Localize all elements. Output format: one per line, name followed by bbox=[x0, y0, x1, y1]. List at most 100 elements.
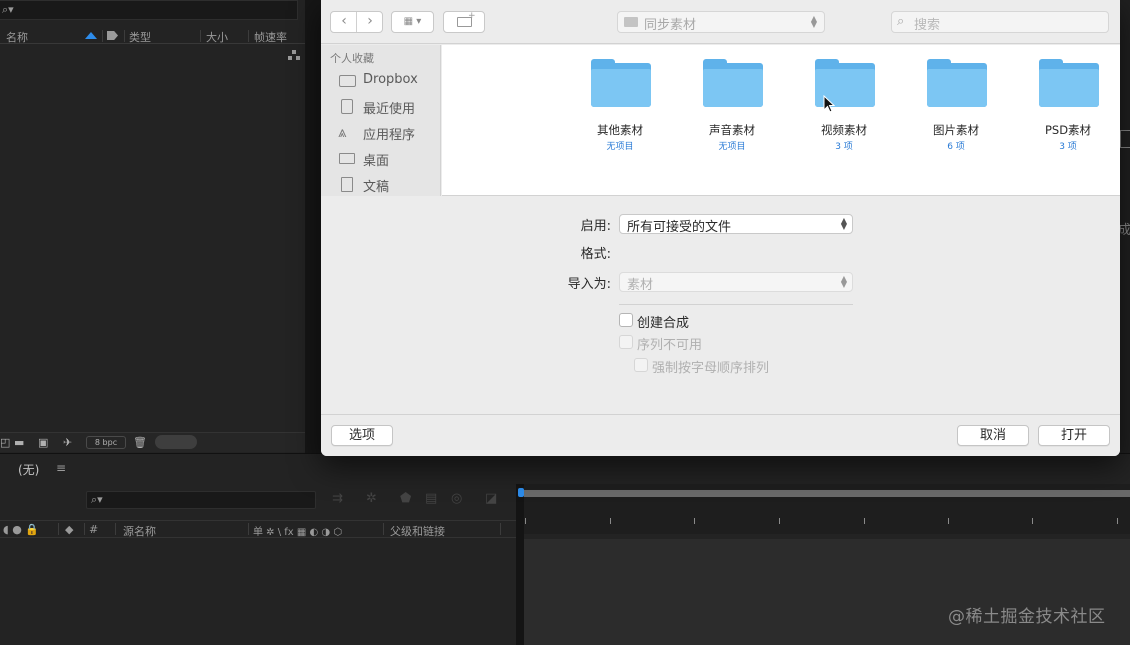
search-icon: ⌕▾ bbox=[2, 3, 14, 16]
folder-icon bbox=[927, 59, 987, 109]
sidebar-item-desktop[interactable]: 桌面 bbox=[338, 149, 438, 169]
timeline-menu-icon[interactable]: ≡ bbox=[56, 461, 66, 475]
trash-icon[interactable]: 🗑 bbox=[133, 436, 147, 449]
cancel-button[interactable]: 取消 bbox=[957, 425, 1029, 446]
column-type[interactable]: 类型 bbox=[129, 29, 151, 45]
folder-item[interactable]: 其他素材 无项目 bbox=[570, 59, 670, 159]
sidebar-item-label: 桌面 bbox=[363, 154, 390, 169]
updown-chevron-icon: ▲ ▼ bbox=[840, 216, 848, 231]
bit-depth-button[interactable]: 8 bpc bbox=[86, 436, 126, 449]
timeline-tab[interactable]: (无) bbox=[18, 461, 39, 478]
folder-name: 声音素材 bbox=[709, 123, 755, 137]
sidebar-item-label: 文稿 bbox=[363, 180, 390, 195]
timeline-tool-icon[interactable]: ▤ bbox=[425, 491, 437, 506]
timeline-tool-icon[interactable]: ◎ bbox=[451, 491, 462, 506]
plus-icon: + bbox=[468, 11, 476, 21]
import-as-popup: 素材 ▲ ▼ bbox=[619, 272, 853, 293]
folder-icon bbox=[338, 73, 356, 88]
view-mode-button[interactable]: ▦ ▾ bbox=[391, 11, 434, 33]
time-navigator[interactable] bbox=[524, 490, 1130, 497]
project-footer: ◰ ▬ ▣ ✈ 8 bpc 🗑 bbox=[0, 432, 305, 452]
folder-name: 图片素材 bbox=[933, 123, 979, 137]
search-placeholder: 搜索 bbox=[914, 18, 941, 33]
flowchart-icon[interactable] bbox=[288, 50, 300, 60]
folder-icon bbox=[624, 17, 638, 27]
timeline-tool-icon[interactable]: ✲ bbox=[366, 491, 377, 506]
path-popup[interactable]: 同步素材 ▲ ▼ bbox=[617, 11, 825, 33]
sort-ascending-icon[interactable] bbox=[85, 32, 97, 39]
recents-icon bbox=[338, 99, 356, 114]
new-composition-icon[interactable]: ▣ bbox=[38, 436, 48, 449]
av-switches-icon[interactable]: ◖ ● 🔒 bbox=[3, 523, 39, 536]
timeline-track-area bbox=[524, 539, 1130, 645]
layer-switches-icons[interactable]: 单 ✲ \ fx ▦ ◐ ◑ ⬡ bbox=[253, 523, 342, 538]
project-column-header: 名称 类型 大小 帧速率 bbox=[0, 28, 305, 44]
create-comp-checkbox[interactable] bbox=[619, 313, 633, 327]
column-size[interactable]: 大小 bbox=[206, 29, 228, 45]
dialog-toolbar: ‹ › ▦ ▾ + 同步素材 ▲ ▼ ⌕ 搜索 bbox=[321, 0, 1120, 44]
project-search-input[interactable]: ⌕▾ bbox=[0, 0, 298, 20]
graph-editor-icon[interactable]: ◪ bbox=[485, 491, 497, 506]
folder-count: 6 项 bbox=[947, 142, 965, 152]
options-button[interactable]: 选项 bbox=[331, 425, 393, 446]
label-tag-icon[interactable] bbox=[107, 31, 118, 40]
force-alphabetical-checkbox bbox=[634, 358, 648, 372]
folder-name: 其他素材 bbox=[597, 123, 643, 137]
folder-item[interactable]: 视频素材 3 项 bbox=[794, 59, 894, 159]
sidebar-item-label: 应用程序 bbox=[363, 128, 416, 143]
folder-count: 3 项 bbox=[835, 142, 853, 152]
sidebar-item-dropbox[interactable]: Dropbox bbox=[338, 71, 438, 91]
sidebar-header-favorites: 个人收藏 bbox=[330, 52, 374, 65]
updown-chevron-icon: ▲ ▼ bbox=[840, 274, 848, 289]
dialog-sidebar: 个人收藏 Dropbox 最近使用 ⩓ 应用程序 桌面 文稿 bbox=[321, 45, 441, 196]
search-input[interactable]: ⌕ 搜索 bbox=[891, 11, 1109, 33]
time-navigator-handle[interactable] bbox=[518, 488, 524, 497]
folder-icon bbox=[591, 59, 651, 109]
column-source-name[interactable]: 源名称 bbox=[123, 523, 156, 539]
timeline-tool-icon[interactable]: ⬟ bbox=[400, 491, 411, 506]
timeline-tool-icon[interactable]: ⇉ bbox=[332, 491, 343, 506]
enable-label: 启用: bbox=[580, 219, 611, 234]
enable-value: 所有可接受的文件 bbox=[627, 220, 732, 235]
folder-count: 无项目 bbox=[718, 142, 746, 152]
column-number[interactable]: # bbox=[89, 523, 98, 536]
new-folder-icon[interactable]: ▬ bbox=[14, 436, 24, 449]
enable-popup[interactable]: 所有可接受的文件 ▲ ▼ bbox=[619, 214, 853, 235]
forward-chevron-icon[interactable]: › bbox=[357, 12, 383, 32]
sidebar-item-applications[interactable]: ⩓ 应用程序 bbox=[338, 123, 438, 143]
render-queue-icon[interactable]: ✈ bbox=[63, 436, 72, 449]
folder-icon bbox=[703, 59, 763, 109]
file-browser: 其他素材 无项目 声音素材 无项目 视频素材 3 项 图片素材 6 项 PSD素… bbox=[442, 45, 1120, 196]
folder-name: PSD素材 bbox=[1044, 123, 1092, 137]
column-parent-link[interactable]: 父级和链接 bbox=[390, 523, 445, 539]
format-label: 格式: bbox=[580, 247, 611, 262]
open-button[interactable]: 打开 bbox=[1038, 425, 1110, 446]
sequence-checkbox bbox=[619, 335, 633, 349]
column-name[interactable]: 名称 bbox=[6, 29, 28, 45]
import-as-label: 导入为: bbox=[567, 277, 611, 292]
timeline-layers bbox=[0, 539, 516, 645]
create-comp-label: 创建合成 bbox=[637, 316, 690, 331]
timeline-search-input[interactable]: ⌕▾ bbox=[86, 491, 316, 509]
folder-item[interactable]: 图片素材 6 项 bbox=[906, 59, 1006, 159]
import-options: 启用: 所有可接受的文件 ▲ ▼ 格式: 导入为: 素材 ▲ ▼ 创建合成 序列不可… bbox=[321, 196, 1120, 414]
folder-count: 无项目 bbox=[606, 142, 634, 152]
time-ruler[interactable] bbox=[518, 484, 1130, 534]
options-divider bbox=[619, 304, 853, 305]
sidebar-item-recents[interactable]: 最近使用 bbox=[338, 97, 438, 117]
thumbnail-slider[interactable] bbox=[155, 435, 197, 449]
sidebar-item-documents[interactable]: 文稿 bbox=[338, 175, 438, 195]
timeline-splitter[interactable] bbox=[516, 484, 524, 645]
open-file-dialog: ‹ › ▦ ▾ + 同步素材 ▲ ▼ ⌕ 搜索 个人收藏 Dropbox 最近使用 bbox=[321, 0, 1120, 456]
folder-item[interactable]: PSD素材 3 项 bbox=[1018, 59, 1118, 159]
interpret-footage-icon[interactable]: ◰ bbox=[0, 436, 10, 449]
folder-count: 3 项 bbox=[1059, 142, 1077, 152]
desktop-icon bbox=[338, 151, 356, 166]
back-chevron-icon[interactable]: ‹ bbox=[331, 12, 357, 32]
column-framerate[interactable]: 帧速率 bbox=[254, 29, 287, 45]
right-panel-glyph bbox=[1120, 130, 1130, 148]
sidebar-item-label: 最近使用 bbox=[363, 102, 416, 117]
folder-item[interactable]: 声音素材 无项目 bbox=[682, 59, 782, 159]
label-tag-icon[interactable]: ◆ bbox=[65, 523, 73, 536]
new-folder-button[interactable]: + bbox=[443, 11, 485, 33]
